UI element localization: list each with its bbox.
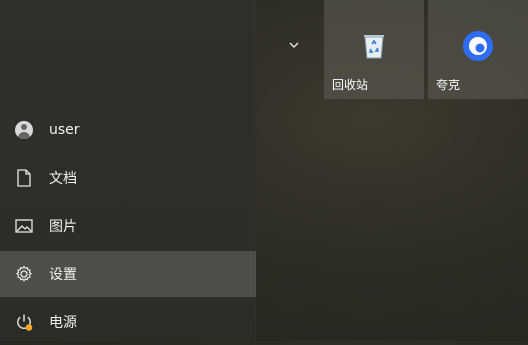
quark-browser-icon — [462, 30, 494, 62]
chevron-down-icon[interactable] — [285, 38, 303, 52]
quark-label: 夸克 — [436, 78, 461, 92]
pictures-item[interactable]: 图片 — [0, 203, 256, 249]
picture-icon — [15, 217, 33, 235]
start-menu-left-panel: user 文档 图片 设置 电源 — [0, 0, 256, 341]
gear-icon — [15, 265, 33, 283]
power-item[interactable]: 电源 — [0, 299, 256, 345]
user-account-label: user — [49, 122, 80, 138]
settings-item[interactable]: 设置 — [0, 251, 256, 297]
power-icon — [15, 313, 33, 331]
quark-tile[interactable]: 夸克 — [428, 0, 528, 99]
user-avatar-icon — [15, 121, 33, 139]
power-label: 电源 — [49, 315, 77, 331]
recycle-bin-icon — [358, 30, 390, 62]
user-account-item[interactable]: user — [0, 107, 256, 153]
document-icon — [15, 169, 33, 187]
recycle-bin-tile[interactable]: 回收站 — [324, 0, 424, 99]
settings-label: 设置 — [49, 267, 77, 283]
pictures-label: 图片 — [49, 219, 77, 235]
recycle-bin-label: 回收站 — [332, 78, 369, 92]
documents-label: 文档 — [49, 171, 77, 187]
documents-item[interactable]: 文档 — [0, 155, 256, 201]
